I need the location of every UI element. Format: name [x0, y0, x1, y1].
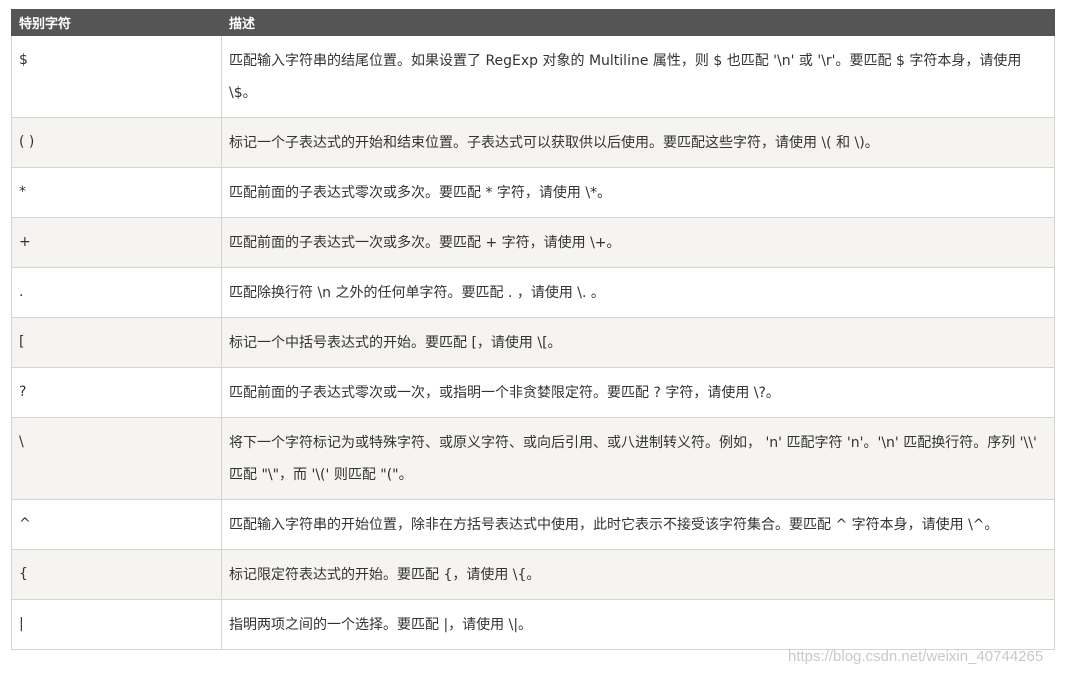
row-char: \: [11, 417, 222, 500]
table-row: ( ) 标记一个子表达式的开始和结束位置。子表达式可以获取供以后使用。要匹配这些…: [11, 117, 1055, 168]
header-description: 描述: [221, 9, 1055, 36]
row-description: 匹配输入字符串的结尾位置。如果设置了 RegExp 对象的 Multiline …: [221, 35, 1055, 118]
row-description: 指明两项之间的一个选择。要匹配 |，请使用 \|。: [221, 599, 1055, 650]
row-char: ^: [11, 499, 222, 550]
table-row: * 匹配前面的子表达式零次或多次。要匹配 * 字符，请使用 \*。: [11, 167, 1055, 218]
table-row: ? 匹配前面的子表达式零次或一次，或指明一个非贪婪限定符。要匹配 ? 字符，请使…: [11, 367, 1055, 418]
table-row: { 标记限定符表达式的开始。要匹配 {，请使用 \{。: [11, 549, 1055, 600]
row-description: 标记限定符表达式的开始。要匹配 {，请使用 \{。: [221, 549, 1055, 600]
table-row: [ 标记一个中括号表达式的开始。要匹配 [，请使用 \[。: [11, 317, 1055, 368]
row-description: 标记一个中括号表达式的开始。要匹配 [，请使用 \[。: [221, 317, 1055, 368]
row-description: 匹配前面的子表达式一次或多次。要匹配 + 字符，请使用 \+。: [221, 217, 1055, 268]
special-chars-table-container: 特别字符 描述 $ 匹配输入字符串的结尾位置。如果设置了 RegExp 对象的 …: [11, 9, 1055, 650]
table-row: + 匹配前面的子表达式一次或多次。要匹配 + 字符，请使用 \+。: [11, 217, 1055, 268]
row-char: ?: [11, 367, 222, 418]
table-row: . 匹配除换行符 \n 之外的任何单字符。要匹配 . ，请使用 \. 。: [11, 267, 1055, 318]
special-chars-table: 特别字符 描述 $ 匹配输入字符串的结尾位置。如果设置了 RegExp 对象的 …: [11, 9, 1055, 650]
row-description: 匹配除换行符 \n 之外的任何单字符。要匹配 . ，请使用 \. 。: [221, 267, 1055, 318]
watermark-url: https://blog.csdn.net/weixin_40744265: [788, 648, 1044, 665]
table-header-row: 特别字符 描述: [11, 9, 1055, 36]
table-row: $ 匹配输入字符串的结尾位置。如果设置了 RegExp 对象的 Multilin…: [11, 35, 1055, 118]
row-char: [: [11, 317, 222, 368]
row-description: 标记一个子表达式的开始和结束位置。子表达式可以获取供以后使用。要匹配这些字符，请…: [221, 117, 1055, 168]
header-special-char: 特别字符: [11, 9, 222, 36]
row-description: 匹配前面的子表达式零次或多次。要匹配 * 字符，请使用 \*。: [221, 167, 1055, 218]
row-char: *: [11, 167, 222, 218]
row-char: |: [11, 599, 222, 650]
row-description: 匹配输入字符串的开始位置，除非在方括号表达式中使用，此时它表示不接受该字符集合。…: [221, 499, 1055, 550]
row-char: $: [11, 35, 222, 118]
row-char: .: [11, 267, 222, 318]
table-row: | 指明两项之间的一个选择。要匹配 |，请使用 \|。: [11, 599, 1055, 650]
table-row: \ 将下一个字符标记为或特殊字符、或原义字符、或向后引用、或八进制转义符。例如，…: [11, 417, 1055, 500]
row-char: ( ): [11, 117, 222, 168]
row-description: 将下一个字符标记为或特殊字符、或原义字符、或向后引用、或八进制转义符。例如， '…: [221, 417, 1055, 500]
row-char: {: [11, 549, 222, 600]
row-char: +: [11, 217, 222, 268]
row-description: 匹配前面的子表达式零次或一次，或指明一个非贪婪限定符。要匹配 ? 字符，请使用 …: [221, 367, 1055, 418]
table-row: ^ 匹配输入字符串的开始位置，除非在方括号表达式中使用，此时它表示不接受该字符集…: [11, 499, 1055, 550]
